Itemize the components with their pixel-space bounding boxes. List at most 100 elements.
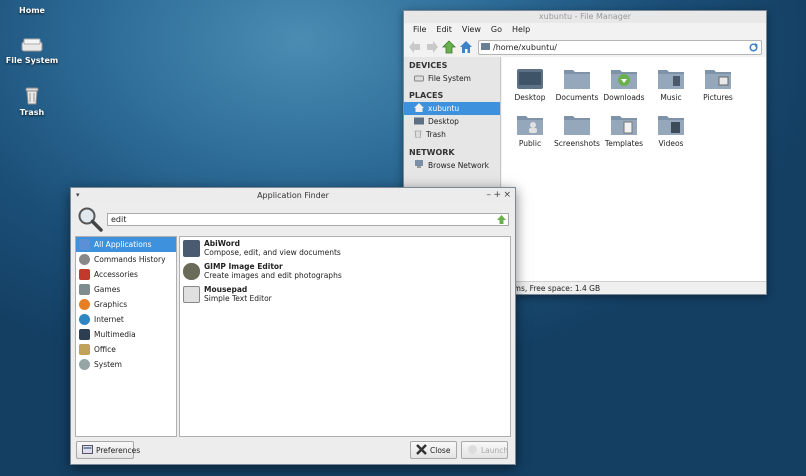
search-icon — [77, 206, 103, 232]
desktop-icon-trash[interactable]: Trash — [0, 87, 67, 117]
location-bar[interactable]: /home/xubuntu/ — [478, 39, 762, 55]
internet-globe-icon — [79, 314, 90, 325]
path-text: /home/xubuntu/ — [493, 42, 557, 52]
folder-downloads[interactable]: Downloads — [601, 67, 647, 102]
home-icon[interactable] — [459, 40, 473, 54]
button-label: Preferences — [96, 445, 141, 455]
documents-folder-icon — [564, 67, 590, 89]
accessories-icon — [79, 269, 90, 280]
desktop-folder-icon — [517, 67, 543, 89]
application-finder-window: ▾ Application Finder – + × edit All Appl… — [70, 187, 516, 465]
back-arrow-icon[interactable] — [408, 40, 422, 54]
sidebar-item-label: File System — [428, 74, 471, 83]
folder-label: Templates — [604, 139, 644, 148]
downloads-folder-icon — [611, 67, 637, 89]
search-input-value: edit — [111, 214, 127, 224]
window-menu-icon[interactable]: ▾ — [76, 188, 80, 203]
folder-templates[interactable]: Templates — [601, 113, 647, 148]
drive-icon — [414, 74, 424, 84]
sidebar-item-label: Browse Network — [428, 161, 490, 170]
preferences-icon — [82, 444, 93, 456]
folder-label: Desktop — [514, 93, 546, 102]
up-arrow-icon[interactable] — [442, 40, 456, 54]
games-icon — [79, 284, 90, 295]
folder-videos[interactable]: Videos — [648, 113, 694, 148]
gimp-icon — [183, 263, 200, 280]
sidebar-item-xubuntu[interactable]: xubuntu — [404, 102, 500, 115]
folder-music[interactable]: Music — [648, 67, 694, 102]
sidebar-item-browse-network[interactable]: Browse Network — [404, 159, 500, 172]
menu-edit[interactable]: Edit — [431, 23, 457, 37]
folder-label: Videos — [658, 139, 684, 148]
menu-go[interactable]: Go — [486, 23, 507, 37]
preferences-button[interactable]: Preferences — [76, 441, 140, 459]
reload-icon[interactable] — [749, 42, 758, 52]
close-button[interactable]: Close — [410, 441, 457, 459]
home-folder-icon — [414, 103, 424, 114]
close-x-icon — [416, 443, 427, 457]
sidebar-item-label: Desktop — [428, 117, 459, 126]
category-commands-history[interactable]: Commands History — [76, 252, 176, 267]
category-label: Office — [94, 345, 116, 354]
app-name: Mousepad — [204, 285, 248, 294]
graphics-icon — [79, 299, 90, 310]
category-graphics[interactable]: Graphics — [76, 297, 176, 312]
desktop-icon-label: Trash — [19, 108, 45, 117]
file-manager-titlebar[interactable]: xubuntu - File Manager — [404, 11, 766, 23]
category-list: All Applications Commands History Access… — [75, 236, 177, 437]
status-text: items, Free space: 1.4 GB — [504, 284, 601, 293]
menu-help[interactable]: Help — [507, 23, 535, 37]
app-description: Create images and edit photographs — [204, 271, 342, 280]
category-multimedia[interactable]: Multimedia — [76, 327, 176, 342]
application-finder-titlebar[interactable]: ▾ Application Finder – + × — [71, 188, 515, 203]
category-label: Graphics — [94, 300, 128, 309]
folder-documents[interactable]: Documents — [554, 67, 600, 102]
category-accessories[interactable]: Accessories — [76, 267, 176, 282]
file-manager-content: Desktop Documents Downloads Music Pictur… — [502, 57, 766, 283]
minimize-icon[interactable]: – — [487, 188, 492, 203]
search-input[interactable]: edit — [107, 212, 509, 226]
mousepad-icon — [183, 286, 200, 303]
category-label: Commands History — [94, 255, 166, 264]
category-label: System — [94, 360, 122, 369]
sidebar-heading-network: NETWORK — [409, 148, 455, 157]
category-office[interactable]: Office — [76, 342, 176, 357]
list-item-mousepad[interactable]: Mousepad Simple Text Editor — [180, 283, 510, 306]
category-label: Games — [94, 285, 121, 294]
templates-folder-icon — [611, 113, 637, 135]
sidebar-item-desktop[interactable]: Desktop — [404, 115, 500, 128]
launch-button[interactable]: Launch — [461, 441, 508, 459]
category-label: Multimedia — [94, 330, 136, 339]
list-item-gimp[interactable]: GIMP Image Editor Create images and edit… — [180, 260, 510, 283]
close-icon[interactable]: × — [503, 188, 511, 203]
category-system[interactable]: System — [76, 357, 176, 372]
sidebar-item-trash[interactable]: Trash — [404, 128, 500, 141]
trash-icon — [414, 129, 422, 140]
network-icon — [414, 160, 424, 171]
folder-pictures[interactable]: Pictures — [695, 67, 741, 102]
forward-arrow-icon[interactable] — [425, 40, 439, 54]
path-folder-icon — [481, 42, 490, 52]
app-description: Compose, edit, and view documents — [204, 248, 341, 257]
history-icon — [79, 254, 90, 265]
list-item-abiword[interactable]: AbiWord Compose, edit, and view document… — [180, 237, 510, 260]
sidebar-item-file-system[interactable]: File System — [404, 72, 500, 85]
multimedia-icon — [79, 329, 90, 340]
menu-file[interactable]: File — [408, 23, 431, 37]
folder-label: Music — [660, 93, 682, 102]
category-internet[interactable]: Internet — [76, 312, 176, 327]
category-all-applications[interactable]: All Applications — [76, 237, 176, 252]
execute-arrow-icon[interactable] — [497, 214, 506, 224]
menu-view[interactable]: View — [457, 23, 486, 37]
category-games[interactable]: Games — [76, 282, 176, 297]
maximize-icon[interactable]: + — [493, 188, 501, 203]
folder-public[interactable]: Public — [507, 113, 553, 148]
search-row: edit — [77, 206, 509, 232]
desktop-icon-label: Home — [19, 6, 45, 15]
folder-screenshots[interactable]: Screenshots — [554, 113, 600, 148]
applications-icon — [79, 239, 90, 250]
desktop-icon-file-system[interactable]: File System — [0, 37, 67, 65]
desktop-icon-home[interactable]: Home — [0, 6, 67, 15]
folder-desktop[interactable]: Desktop — [507, 67, 553, 102]
pictures-folder-icon — [705, 67, 731, 89]
